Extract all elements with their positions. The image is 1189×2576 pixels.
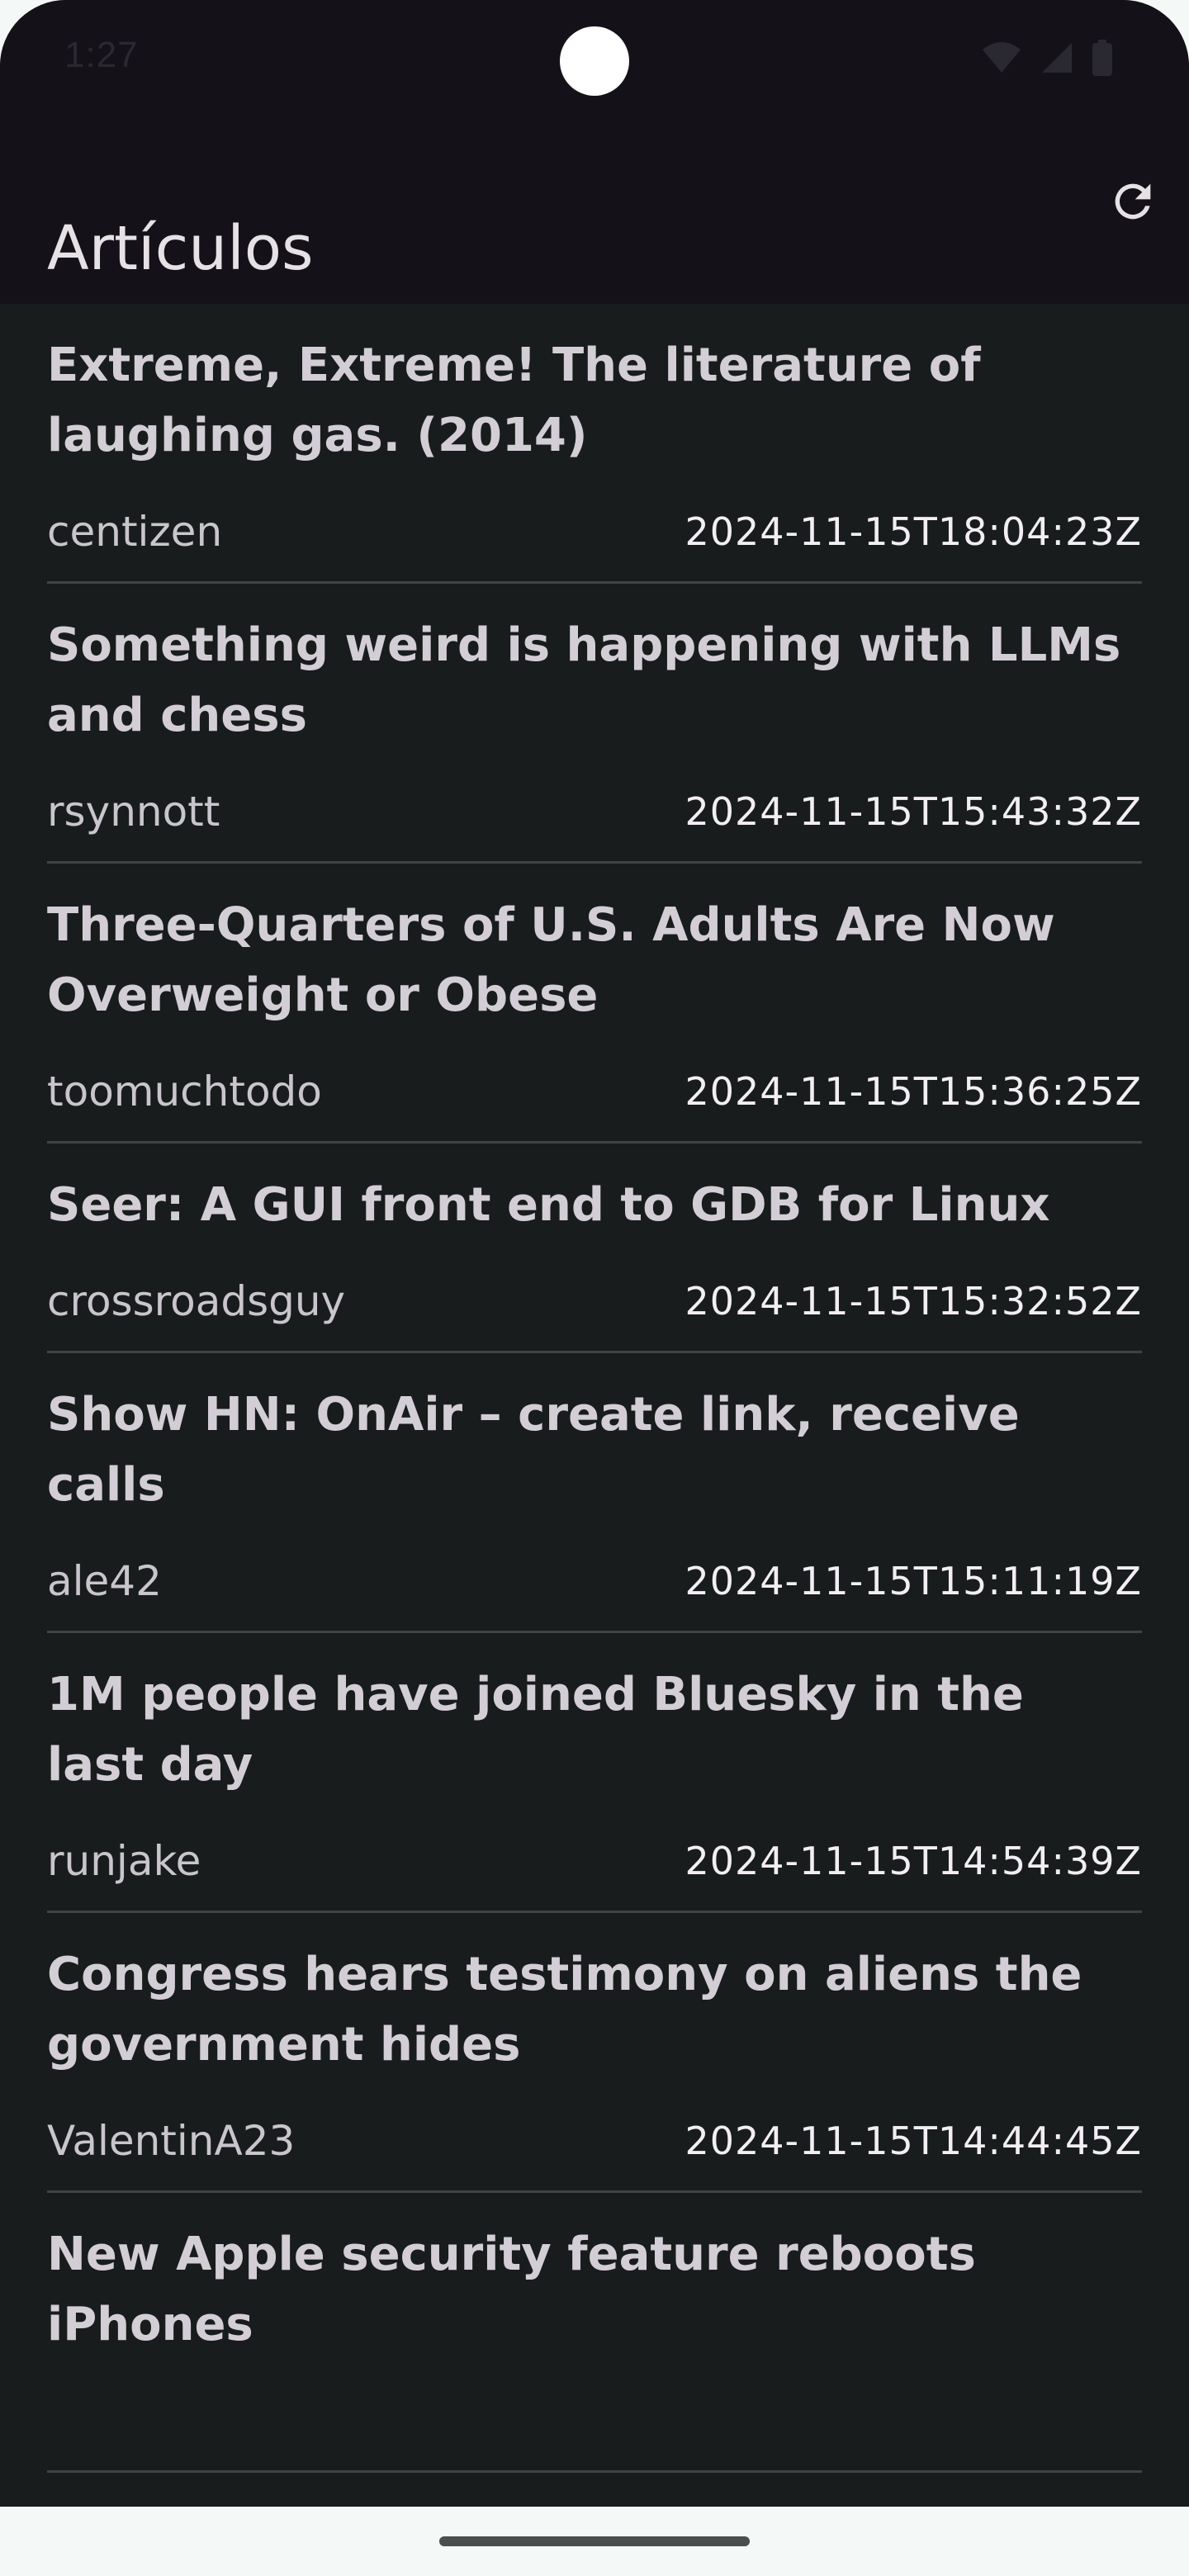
cell-signal-icon bbox=[1040, 41, 1073, 78]
gesture-nav-bar bbox=[0, 2507, 1189, 2576]
article-meta: ValentinA23 2024-11-15T14:44:45Z bbox=[47, 2116, 1142, 2166]
list-item[interactable]: Show HN: OnAir – create link, receive ca… bbox=[47, 1353, 1142, 1633]
article-title: 1M people have joined Bluesky in the las… bbox=[47, 1668, 1024, 1792]
article-title: Show HN: OnAir – create link, receive ca… bbox=[47, 1388, 1020, 1512]
article-title: Extreme, Extreme! The literature of laug… bbox=[47, 339, 981, 462]
refresh-icon bbox=[1106, 175, 1159, 232]
wifi-icon bbox=[981, 41, 1022, 78]
status-icons bbox=[981, 39, 1113, 80]
article-author: ValentinA23 bbox=[47, 2117, 296, 2165]
camera-cutout bbox=[560, 26, 629, 96]
article-title: New Apple security feature reboots iPhon… bbox=[47, 2228, 976, 2351]
home-gesture-handle[interactable] bbox=[439, 2536, 750, 2546]
list-item[interactable]: 1M people have joined Bluesky in the las… bbox=[47, 1633, 1142, 1913]
article-meta: ale42 2024-11-15T15:11:19Z bbox=[47, 1556, 1142, 1606]
article-author: ale42 bbox=[47, 1557, 162, 1605]
article-timestamp: 2024-11-15T15:11:19Z bbox=[685, 1559, 1142, 1603]
article-timestamp: 2024-11-15T15:36:25Z bbox=[685, 1069, 1142, 1114]
article-author: rsynnott bbox=[47, 788, 220, 836]
article-timestamp: 2024-11-15T15:32:52Z bbox=[685, 1279, 1142, 1324]
list-item[interactable]: Seer: A GUI front end to GDB for Linux c… bbox=[47, 1144, 1142, 1353]
article-timestamp: 2024-11-15T15:43:32Z bbox=[685, 789, 1142, 834]
article-meta: toomuchtodo 2024-11-15T15:36:25Z bbox=[47, 1067, 1142, 1116]
article-meta: runjake 2024-11-15T14:54:39Z bbox=[47, 1836, 1142, 1886]
article-timestamp: 2024-11-15T14:44:45Z bbox=[685, 2119, 1142, 2163]
list-item[interactable]: New Apple security feature reboots iPhon… bbox=[47, 2193, 1142, 2473]
article-title: Congress hears testimony on aliens the g… bbox=[47, 1948, 1082, 2072]
list-item[interactable]: Congress hears testimony on aliens the g… bbox=[47, 1913, 1142, 2193]
status-bar: 1:27 bbox=[0, 0, 1189, 124]
article-list: Extreme, Extreme! The literature of laug… bbox=[0, 304, 1189, 2473]
status-time: 1:27 bbox=[64, 35, 139, 75]
article-title: Seer: A GUI front end to GDB for Linux bbox=[47, 1178, 1050, 1232]
article-author: toomuchtodo bbox=[47, 1068, 322, 1115]
article-author: centizen bbox=[47, 508, 223, 556]
list-item[interactable]: Extreme, Extreme! The literature of laug… bbox=[47, 304, 1142, 584]
battery-icon bbox=[1092, 39, 1113, 80]
article-meta: rsynnott 2024-11-15T15:43:32Z bbox=[47, 787, 1142, 836]
article-meta bbox=[47, 2396, 1142, 2446]
list-item[interactable]: Three-Quarters of U.S. Adults Are Now Ov… bbox=[47, 864, 1142, 1144]
article-title: Three-Quarters of U.S. Adults Are Now Ov… bbox=[47, 898, 1055, 1022]
refresh-button[interactable] bbox=[1100, 170, 1166, 236]
top-app-bar: Artículos bbox=[0, 124, 1189, 304]
article-meta: crossroadsguy 2024-11-15T15:32:52Z bbox=[47, 1276, 1142, 1326]
article-author: crossroadsguy bbox=[47, 1277, 346, 1325]
list-item[interactable]: Something weird is happening with LLMs a… bbox=[47, 584, 1142, 864]
page-title: Artículos bbox=[47, 212, 314, 284]
article-timestamp: 2024-11-15T14:54:39Z bbox=[685, 1839, 1142, 1883]
article-title: Something weird is happening with LLMs a… bbox=[47, 618, 1121, 742]
article-author: runjake bbox=[47, 1837, 201, 1885]
article-timestamp: 2024-11-15T18:04:23Z bbox=[685, 509, 1142, 554]
app-screen: 1:27 Artículos Extreme, Extreme! The lit… bbox=[0, 0, 1189, 2576]
article-meta: centizen 2024-11-15T18:04:23Z bbox=[47, 507, 1142, 556]
